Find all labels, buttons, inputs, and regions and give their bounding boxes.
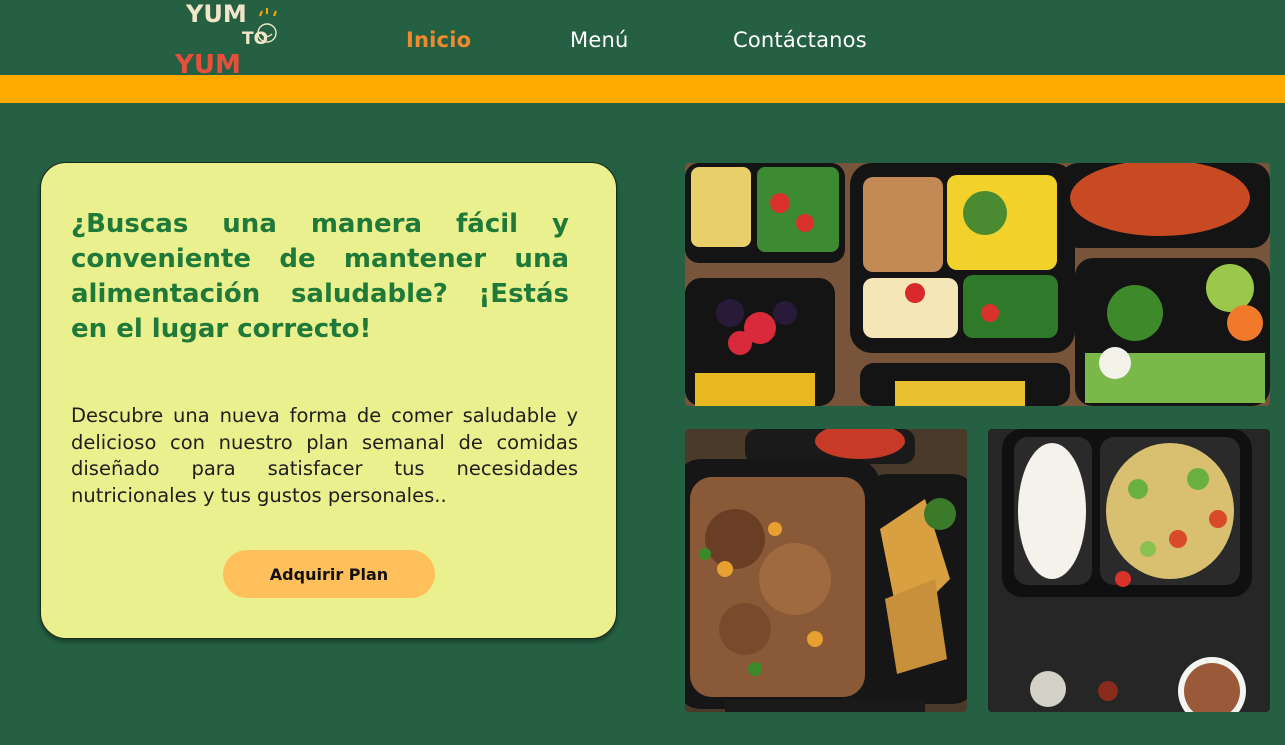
brand-logo[interactable]: YUM TO YUM [172,0,282,75]
rice-and-salad-container-photo-icon [988,429,1270,712]
top-header: YUM TO YUM Inicio Menú Contáctanos [0,0,1285,75]
pulled-meat-and-nachos-photo-icon [685,429,967,712]
nav-inicio[interactable]: Inicio [406,28,471,52]
nav-contactanos[interactable]: Contáctanos [733,28,867,52]
accent-stripe [0,75,1285,103]
meal-prep-photo [685,163,1270,406]
hero-card: ¿Buscas una manera fácil y conveniente d… [40,162,617,639]
yum-to-yum-logo-icon: YUM TO YUM [174,0,277,75]
pulled-meat-photo [685,429,967,712]
logo-line2: YUM [174,50,241,75]
rice-salad-photo [988,429,1270,712]
acquire-plan-button[interactable]: Adquirir Plan [223,550,435,598]
logo-mid: TO [242,29,268,49]
nav-menu[interactable]: Menú [570,28,628,52]
hero-description: Descubre una nueva forma de comer saluda… [71,404,578,507]
meal-prep-containers-photo-icon [685,163,1270,406]
hero-headline: ¿Buscas una manera fácil y conveniente d… [71,209,569,344]
logo-line1: YUM [185,0,247,28]
